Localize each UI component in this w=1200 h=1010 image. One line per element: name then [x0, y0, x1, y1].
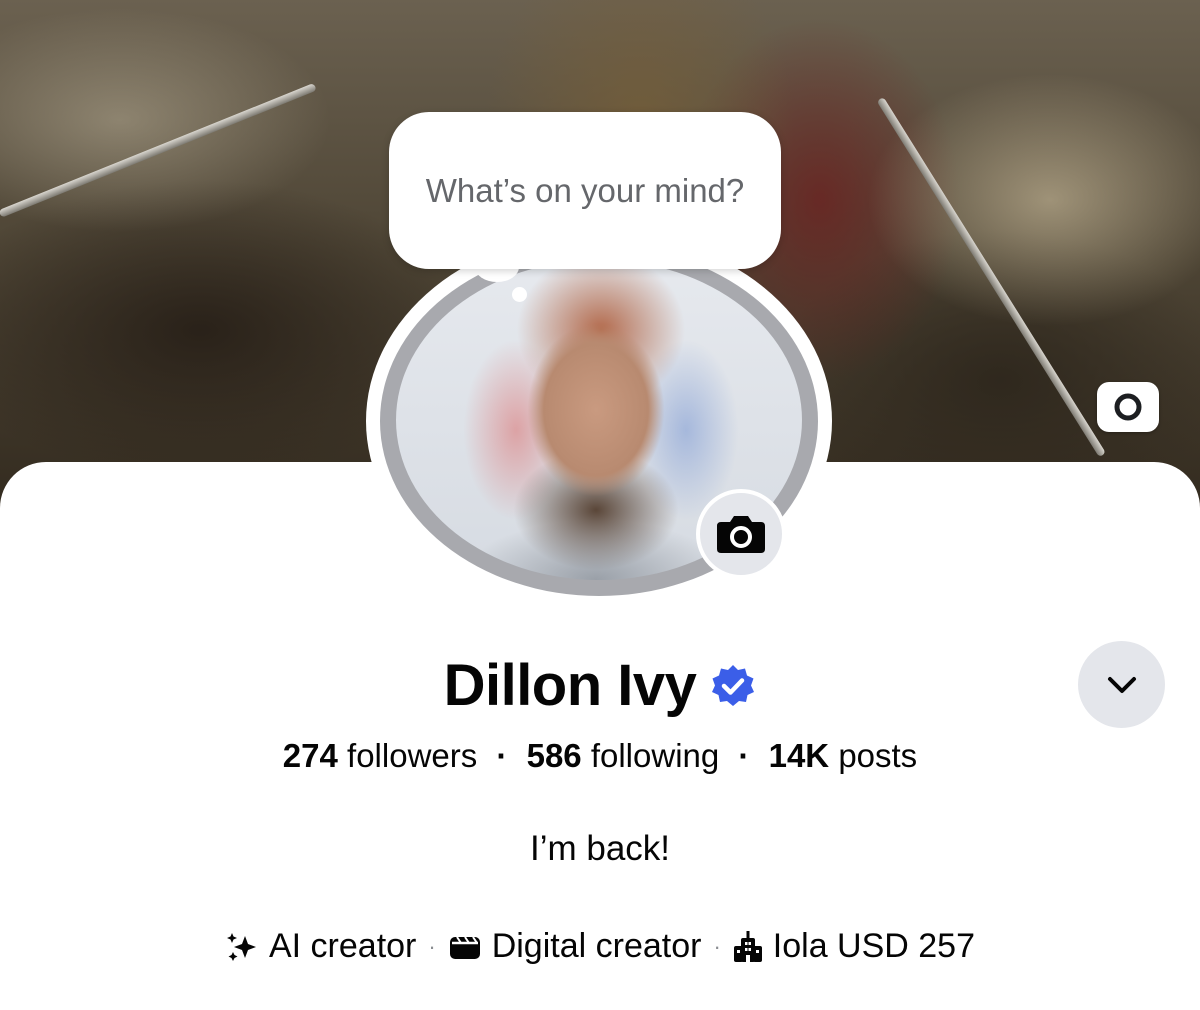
- detail-iola-usd[interactable]: Iola USD 257: [733, 927, 975, 966]
- cover-sword-left: [0, 82, 317, 218]
- status-bubble[interactable]: What’s on your mind?: [389, 112, 781, 269]
- edit-profile-picture-button[interactable]: [696, 489, 786, 579]
- verified-badge-icon[interactable]: [710, 663, 756, 709]
- status-placeholder: What’s on your mind?: [425, 171, 745, 209]
- cover-sword-right: [876, 96, 1106, 458]
- posts-count: 14K: [768, 737, 830, 774]
- profile-bio: I’m back!: [529, 829, 671, 868]
- followers-count[interactable]: 274: [283, 737, 338, 774]
- camera-icon: [1114, 393, 1142, 421]
- profile-name-row: Dillon Ivy: [0, 652, 1200, 719]
- following-label[interactable]: following: [591, 737, 719, 774]
- camera-icon: [717, 516, 765, 553]
- edit-cover-photo-button[interactable]: [1097, 382, 1159, 432]
- followers-label[interactable]: followers: [347, 737, 477, 774]
- detail-label: Iola USD 257: [772, 927, 976, 965]
- profile-stats: 274 followers · 586 following · 14K post…: [282, 737, 918, 774]
- detail-separator: ·: [713, 933, 721, 959]
- following-count[interactable]: 586: [527, 737, 582, 774]
- sparkle-icon: [226, 932, 256, 961]
- detail-ai-creator[interactable]: AI creator: [225, 927, 416, 966]
- detail-separator: ·: [428, 933, 436, 959]
- chevron-down-icon: [1107, 676, 1136, 693]
- profile-name: Dillon Ivy: [443, 653, 697, 718]
- detail-label: Digital creator: [491, 927, 702, 965]
- profile-details: AI creator · Digital creator · Iola USD …: [0, 927, 1200, 966]
- profile-options-button[interactable]: [1078, 641, 1165, 728]
- detail-label: AI creator: [268, 927, 417, 965]
- clapperboard-icon: [449, 935, 480, 959]
- detail-digital-creator[interactable]: Digital creator: [448, 927, 702, 966]
- posts-label: posts: [838, 737, 918, 774]
- bubble-tail-small: [512, 287, 527, 302]
- building-icon: [733, 930, 762, 962]
